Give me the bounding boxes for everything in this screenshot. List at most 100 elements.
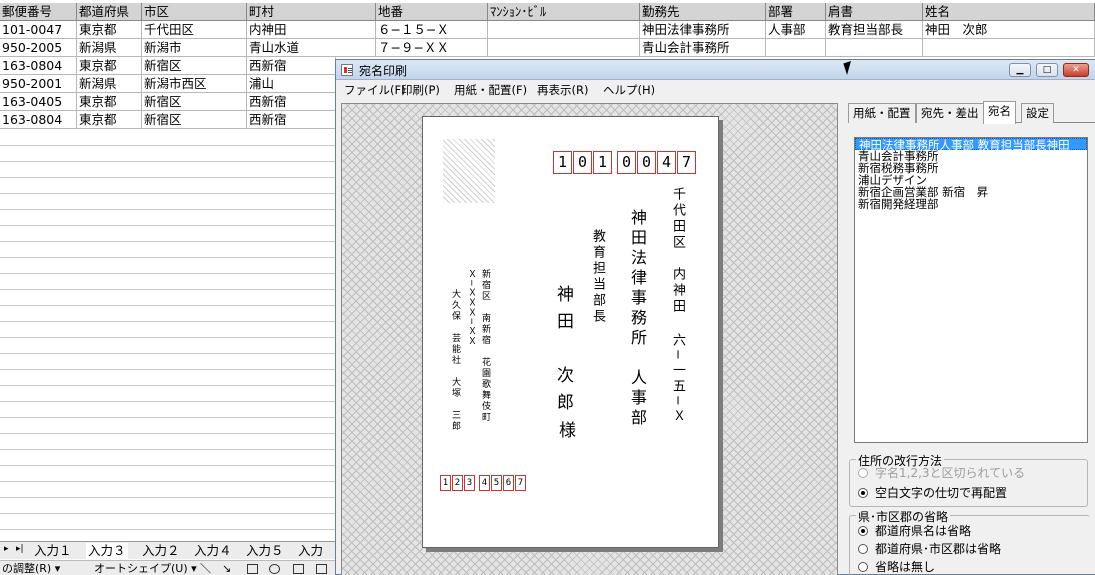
tab-address-name[interactable]: 宛名 bbox=[983, 101, 1016, 124]
wordart-tool-icon[interactable] bbox=[316, 564, 327, 574]
cell-zip[interactable]: 163-0804 bbox=[0, 111, 77, 129]
sender-zip-digit: 4 bbox=[479, 475, 490, 491]
address-print-dialog: 宛名印刷 ▁ □ ✕ ファイル(F) 印刷(P) 用紙・配置(F) 再表示(R)… bbox=[335, 59, 1095, 575]
cell-lot[interactable]: ７−９−ＸＸ bbox=[376, 39, 488, 57]
settings-tabs: 用紙・配置 宛先・差出 宛名 設定 bbox=[848, 101, 1095, 124]
sheet-header-row: 郵便番号 都道府県 市区 町村 地番 ﾏﾝｼｮﾝ･ﾋﾞﾙ 勤務先 部署 肩書 姓… bbox=[0, 3, 1095, 21]
sheet-tab-input6[interactable]: 入力６ bbox=[296, 543, 336, 574]
cell-company[interactable]: 神田法律事務所 bbox=[640, 21, 766, 39]
radio-label: 省略は無し bbox=[875, 560, 936, 574]
tab-last-icon[interactable]: ▸| bbox=[16, 544, 24, 554]
cell-city[interactable]: 新宿区 bbox=[142, 111, 247, 129]
menu-help[interactable]: ヘルプ(H) bbox=[603, 82, 655, 98]
header-town[interactable]: 町村 bbox=[247, 3, 376, 21]
radio-button bbox=[858, 488, 868, 498]
arrow-tool-icon[interactable]: ↘ bbox=[222, 561, 231, 575]
cell-town[interactable]: 青山水道 bbox=[247, 39, 376, 57]
cell-city[interactable]: 新宿区 bbox=[142, 57, 247, 75]
autoshape-menu[interactable]: オートシェイプ(U) ▾ bbox=[94, 561, 197, 575]
print-preview-area[interactable]: 1 0 1 0 0 4 7 千代田区 内神田 六−一五−Ｘ 神田法律事務所 人事… bbox=[341, 103, 838, 575]
zip-digit: 1 bbox=[553, 151, 572, 174]
close-button[interactable]: ✕ bbox=[1063, 63, 1089, 77]
cell-zip[interactable]: 950-2001 bbox=[0, 75, 77, 93]
cell-building[interactable] bbox=[488, 21, 640, 39]
cell-city[interactable]: 新宿区 bbox=[142, 93, 247, 111]
zip-digit: 4 bbox=[657, 151, 676, 174]
sender-zip-digit: 2 bbox=[452, 475, 463, 491]
cell-city[interactable]: 新潟市 bbox=[142, 39, 247, 57]
dialog-titlebar[interactable]: 宛名印刷 ▁ □ ✕ bbox=[336, 60, 1095, 80]
cell-town[interactable]: 浦山 bbox=[247, 75, 336, 93]
cell-company[interactable]: 青山会計事務所 bbox=[640, 39, 766, 57]
sheet-tab-input4[interactable]: 入力４ bbox=[192, 543, 234, 559]
tab-recipient-sender[interactable]: 宛先・差出 bbox=[916, 103, 984, 123]
cell-prefecture[interactable]: 東京都 bbox=[77, 21, 142, 39]
oval-tool-icon[interactable] bbox=[269, 564, 280, 574]
cell-town[interactable]: 内神田 bbox=[247, 21, 376, 39]
cell-department[interactable]: 人事部 bbox=[766, 21, 826, 39]
cell-title[interactable]: 教育担当部長 bbox=[826, 21, 923, 39]
menu-file[interactable]: ファイル(F) bbox=[344, 82, 406, 98]
postcard-preview: 1 0 1 0 0 4 7 千代田区 内神田 六−一五−Ｘ 神田法律事務所 人事… bbox=[422, 116, 719, 548]
header-lot[interactable]: 地番 bbox=[376, 3, 488, 21]
header-title[interactable]: 肩書 bbox=[826, 3, 923, 21]
tab-next-icon[interactable]: ▸ bbox=[4, 544, 9, 554]
cell-prefecture[interactable]: 新潟県 bbox=[77, 75, 142, 93]
sheet-tab-bar: ▸ ▸| 入力１ 入力３ 入力２ 入力４ 入力５ 入力６ bbox=[0, 541, 336, 574]
header-city[interactable]: 市区 bbox=[142, 3, 247, 21]
recipient-listbox[interactable]: 神田法律事務所人事部 教育担当部長神田 青山会計事務所 新宿税務事務所 浦山デザ… bbox=[854, 137, 1088, 443]
menu-paper-layout[interactable]: 用紙・配置(F) bbox=[454, 82, 527, 98]
cell-name[interactable]: 神田 次郎 bbox=[923, 21, 1095, 39]
cell-zip[interactable]: 950-2005 bbox=[0, 39, 77, 57]
zip-digit: 1 bbox=[593, 151, 612, 174]
cell-town[interactable]: 西新宿 bbox=[247, 57, 336, 75]
cell-zip[interactable]: 163-0405 bbox=[0, 93, 77, 111]
header-prefecture[interactable]: 都道府県 bbox=[77, 3, 142, 21]
menu-redisplay[interactable]: 再表示(R) bbox=[537, 82, 588, 98]
cell-zip[interactable]: 163-0804 bbox=[0, 57, 77, 75]
maximize-button[interactable]: □ bbox=[1036, 63, 1058, 77]
sheet-tab-input2[interactable]: 入力２ bbox=[140, 543, 182, 559]
cell-title[interactable] bbox=[826, 39, 923, 57]
app-icon bbox=[341, 64, 353, 76]
list-item[interactable]: 新宿開発経理部 bbox=[855, 198, 1087, 210]
adjust-menu[interactable]: の調整(R) ▾ bbox=[2, 561, 60, 575]
cell-department[interactable] bbox=[766, 39, 826, 57]
header-company[interactable]: 勤務先 bbox=[640, 3, 766, 21]
sender-address2: Ｘ−ＸＸＸ−ＸＸ bbox=[466, 269, 476, 347]
stamp-area bbox=[443, 139, 495, 203]
tab-settings[interactable]: 設定 bbox=[1021, 103, 1054, 123]
cell-prefecture[interactable]: 東京都 bbox=[77, 111, 142, 129]
cell-prefecture[interactable]: 東京都 bbox=[77, 57, 142, 75]
sender-zip-digit: 5 bbox=[491, 475, 502, 491]
header-name[interactable]: 姓名 bbox=[923, 3, 1095, 21]
zip-digit: 0 bbox=[637, 151, 656, 174]
sheet-tab-input3[interactable]: 入力３ bbox=[86, 543, 128, 559]
cell-town[interactable]: 西新宿 bbox=[247, 111, 336, 129]
sheet-tab-input5[interactable]: 入力５ bbox=[244, 543, 286, 559]
cell-lot[interactable]: ６−１５−Ｘ bbox=[376, 21, 488, 39]
menu-print[interactable]: 印刷(P) bbox=[401, 82, 440, 98]
cell-prefecture[interactable]: 東京都 bbox=[77, 93, 142, 111]
cell-town[interactable]: 西新宿 bbox=[247, 93, 336, 111]
sheet-tab-input1[interactable]: 入力１ bbox=[32, 543, 74, 559]
cell-name[interactable] bbox=[923, 39, 1095, 57]
header-building[interactable]: ﾏﾝｼｮﾝ･ﾋﾞﾙ bbox=[488, 3, 640, 21]
cell-city[interactable]: 新潟市西区 bbox=[142, 75, 247, 93]
minimize-button[interactable]: ▁ bbox=[1009, 63, 1031, 77]
sender-zip-digit: 1 bbox=[440, 475, 451, 491]
tab-paper-layout[interactable]: 用紙・配置 bbox=[848, 103, 916, 123]
sender-address1: 新宿区 南新宿 花園歌舞伎町 bbox=[480, 269, 490, 423]
cell-zip[interactable]: 101-0047 bbox=[0, 21, 77, 39]
rectangle-tool-icon[interactable] bbox=[247, 564, 258, 574]
textbox-tool-icon[interactable] bbox=[293, 564, 304, 574]
cell-city[interactable]: 千代田区 bbox=[142, 21, 247, 39]
cell-building[interactable] bbox=[488, 39, 640, 57]
zip-digit: 7 bbox=[677, 151, 696, 174]
recipient-address-line1: 千代田区 内神田 bbox=[670, 187, 685, 315]
header-department[interactable]: 部署 bbox=[766, 3, 826, 21]
recipient-zip-boxes: 1 0 1 0 0 4 7 bbox=[553, 151, 696, 174]
line-tool-icon[interactable]: ＼ bbox=[200, 561, 211, 575]
header-zip[interactable]: 郵便番号 bbox=[0, 3, 77, 21]
cell-prefecture[interactable]: 新潟県 bbox=[77, 39, 142, 57]
